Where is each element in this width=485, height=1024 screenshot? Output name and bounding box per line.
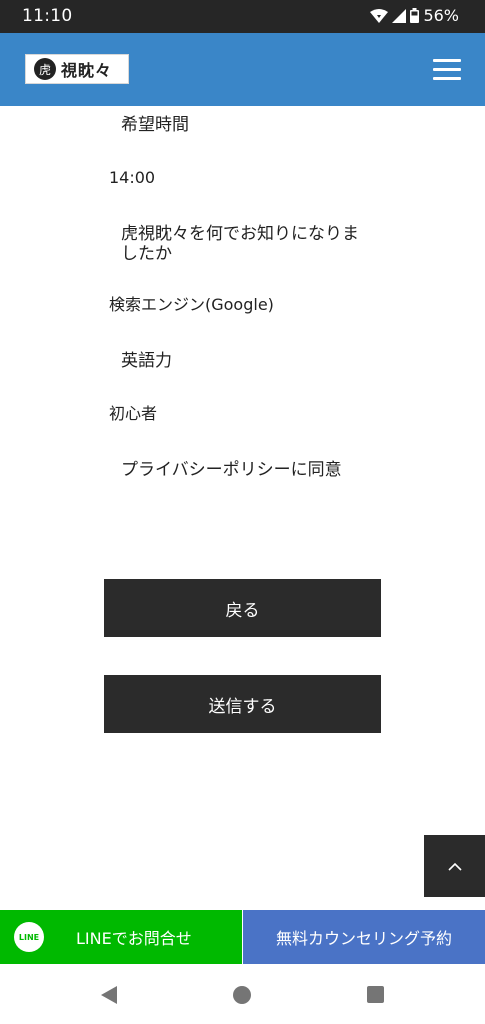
site-logo[interactable]: 虎 視眈々	[25, 54, 129, 84]
screen: 11:10 56% 虎 視眈々 希望時間 14:00 虎視眈々を何でお知りになり…	[0, 0, 485, 1024]
field-value-english-level: 初心者	[109, 404, 158, 423]
hamburger-menu-icon[interactable]	[433, 59, 461, 81]
site-header: 虎 視眈々	[0, 33, 485, 106]
field-label-privacy-consent: プライバシーポリシーに同意	[121, 460, 342, 480]
field-label-english-level: 英語力	[121, 351, 172, 371]
status-time: 11:10	[22, 6, 73, 26]
submit-button[interactable]: 送信する	[104, 675, 381, 733]
back-triangle-icon[interactable]	[100, 985, 118, 1005]
line-contact-button[interactable]: LINE LINEでお問合せ	[0, 910, 242, 964]
line-contact-label: LINEでお問合せ	[76, 929, 192, 948]
field-label-desired-time: 希望時間	[121, 115, 189, 135]
signal-icon	[392, 8, 407, 23]
system-nav-bar	[0, 964, 485, 1024]
battery-icon	[410, 8, 420, 23]
wifi-icon	[370, 8, 389, 23]
logo-text: 視眈々	[61, 61, 113, 80]
battery-percent: 56%	[423, 6, 459, 25]
chevron-up-icon	[447, 862, 462, 871]
line-icon: LINE	[14, 922, 44, 952]
status-bar: 11:10 56%	[0, 0, 485, 33]
logo-mark: 虎	[34, 58, 56, 80]
field-value-source: 検索エンジン(Google)	[109, 295, 274, 314]
field-label-source: 虎視眈々を何でお知りになりましたか	[121, 224, 359, 264]
field-value-desired-time: 14:00	[109, 168, 156, 187]
status-icons: 56%	[370, 6, 459, 25]
home-circle-icon[interactable]	[233, 986, 251, 1004]
recents-square-icon[interactable]	[367, 986, 384, 1003]
back-to-top-button[interactable]	[424, 835, 485, 897]
free-counseling-button[interactable]: 無料カウンセリング予約	[243, 910, 485, 964]
back-button[interactable]: 戻る	[104, 579, 381, 637]
